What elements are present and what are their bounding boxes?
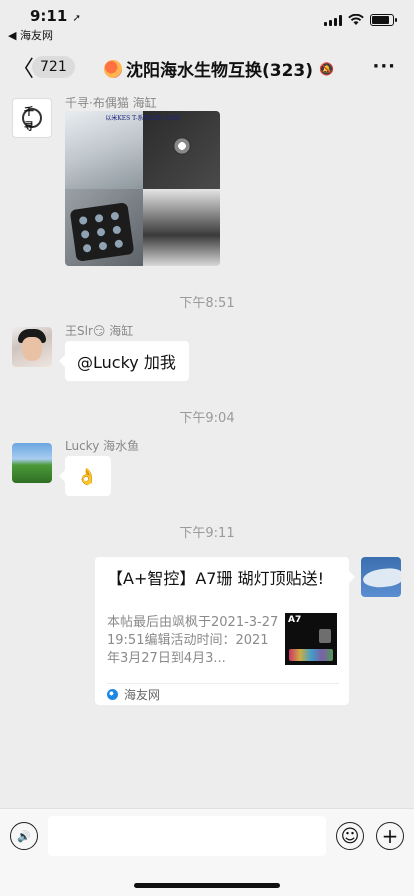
link-card-thumbnail: A7 [285, 613, 337, 665]
sender-name: Lucky 海水鱼 [65, 439, 140, 453]
signal-icon [324, 14, 342, 26]
back-button[interactable]: 〈 721 [12, 54, 75, 82]
mute-icon: 🔕 [319, 61, 334, 76]
avatar[interactable] [12, 327, 52, 367]
chevron-left-icon: 〈 [12, 57, 35, 82]
status-time: 9:11 ➚ [30, 7, 81, 25]
voice-icon: 🔊 [17, 829, 31, 843]
divider [107, 683, 339, 684]
message-input[interactable] [48, 816, 326, 856]
link-card-description: 本帖最后由飒枫于2021-3-2719:51编辑活动时间：2021年3月27日到… [107, 615, 279, 666]
plus-icon: + [381, 824, 399, 848]
timestamp: 下午9:04 [179, 411, 235, 426]
back-to-app-link[interactable]: ◀ 海友网 [8, 27, 53, 43]
smiley-icon: ☺ [340, 825, 360, 847]
source-icon [107, 689, 118, 700]
message-text: @Lucky 加我 [77, 353, 176, 372]
input-bar: 🔊 ☺ + [0, 808, 414, 896]
unread-count-badge: 721 [32, 56, 75, 78]
status-icons [324, 14, 397, 26]
avatar-logo: 千寻 [22, 107, 42, 133]
chat-header: 〈 721 沈阳海水生物互换(323) 🔕 ··· [0, 44, 414, 88]
avatar[interactable]: 千寻 [12, 98, 52, 138]
link-card-title: 【A+智控】A7珊 瑚灯顶贴送! [107, 569, 324, 588]
home-indicator [134, 883, 280, 888]
ok-hand-icon: 👌 [77, 466, 97, 486]
emoji-button[interactable]: ☺ [336, 822, 364, 850]
avatar[interactable] [12, 443, 52, 483]
avatar[interactable] [361, 557, 401, 597]
voice-input-button[interactable]: 🔊 [10, 822, 38, 850]
wifi-icon [348, 14, 364, 25]
more-actions-button[interactable]: + [376, 822, 404, 850]
message-bubble[interactable]: @Lucky 加我 [59, 341, 189, 381]
status-bar: 9:11 ➚ ◀ 海友网 [0, 0, 414, 44]
link-card[interactable]: 【A+智控】A7珊 瑚灯顶贴送! 本帖最后由飒枫于2021-3-2719:51编… [95, 557, 355, 705]
message-bubble[interactable]: 👌 [59, 456, 111, 496]
sender-name: 千寻·布偶猫 海缸 [65, 96, 157, 110]
image-caption: 以米KES T-系列LED 1200 [105, 115, 180, 122]
timestamp: 下午8:51 [179, 296, 235, 311]
led-panel [69, 202, 135, 262]
shared-image[interactable]: 以米KES T-系列LED 1200 [65, 111, 220, 266]
more-options-icon[interactable]: ··· [372, 56, 396, 77]
chat-title[interactable]: 沈阳海水生物互换(323) 🔕 [104, 56, 334, 81]
battery-icon [370, 14, 397, 26]
group-emoji-icon [104, 59, 122, 78]
sender-name: 王Slr😏 海缸 [65, 324, 134, 338]
link-card-source: 海友网 [107, 686, 160, 703]
timestamp: 下午9:11 [179, 526, 235, 541]
battery-level [372, 16, 389, 24]
